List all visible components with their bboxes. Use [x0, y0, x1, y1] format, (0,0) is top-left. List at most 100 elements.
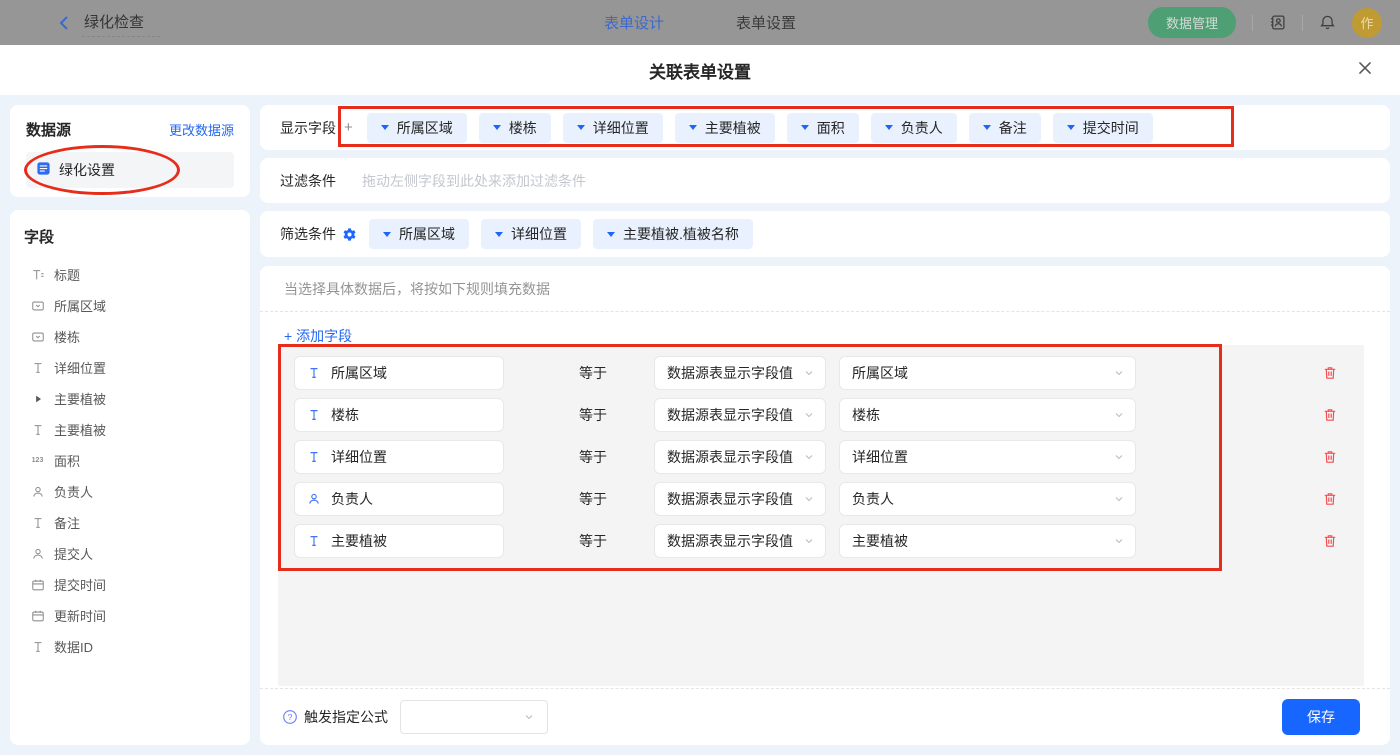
- tab-form-settings[interactable]: 表单设置: [736, 12, 796, 33]
- field-item[interactable]: 数据ID: [24, 631, 236, 662]
- number-icon: 123: [30, 457, 45, 464]
- datasource-item[interactable]: 绿化设置: [26, 152, 234, 188]
- equals-label: 等于: [579, 447, 619, 467]
- close-icon[interactable]: [1356, 59, 1374, 77]
- equals-label: 等于: [579, 363, 619, 383]
- modal-title: 关联表单设置: [649, 58, 751, 83]
- source-field-select[interactable]: 详细位置: [839, 440, 1136, 474]
- rule-field[interactable]: 所属区域: [294, 356, 504, 390]
- display-field-tag[interactable]: 详细位置: [563, 113, 663, 143]
- source-field-select[interactable]: 楼栋: [839, 398, 1136, 432]
- divider: [260, 311, 1390, 312]
- display-field-tag[interactable]: 提交时间: [1053, 113, 1153, 143]
- field-item[interactable]: 楼栋: [24, 321, 236, 352]
- caret-down-icon: [885, 125, 893, 130]
- data-manage-button[interactable]: 数据管理: [1148, 7, 1236, 38]
- rule-row: 楼栋 等于 数据源表显示字段值 楼栋: [294, 398, 1364, 432]
- source-field-select[interactable]: 负责人: [839, 482, 1136, 516]
- delete-icon[interactable]: [1322, 449, 1338, 465]
- person-icon: [30, 547, 45, 561]
- gear-icon[interactable]: [342, 227, 357, 242]
- caret-down-icon: [577, 125, 585, 130]
- field-item[interactable]: 更新时间: [24, 600, 236, 631]
- field-item[interactable]: 主要植被: [24, 383, 236, 414]
- delete-icon[interactable]: [1322, 491, 1338, 507]
- chevron-down-icon: [523, 711, 535, 723]
- screening-tag[interactable]: 主要植被.植被名称: [593, 219, 753, 249]
- field-item[interactable]: 负责人: [24, 476, 236, 507]
- caret-down-icon: [1067, 125, 1075, 130]
- delete-icon[interactable]: [1322, 365, 1338, 381]
- chevron-down-icon: [1113, 493, 1125, 505]
- save-button[interactable]: 保存: [1282, 699, 1360, 735]
- display-field-tag[interactable]: 所属区域: [367, 113, 467, 143]
- add-display-field-button[interactable]: +: [344, 119, 353, 136]
- screening-tag[interactable]: 所属区域: [369, 219, 469, 249]
- field-item[interactable]: 标题: [24, 259, 236, 290]
- divider: [1302, 15, 1303, 31]
- field-item[interactable]: 主要植被: [24, 414, 236, 445]
- display-field-tag[interactable]: 备注: [969, 113, 1041, 143]
- change-datasource-link[interactable]: 更改数据源: [169, 120, 234, 139]
- source-field-select[interactable]: 主要植被: [839, 524, 1136, 558]
- text-icon: [307, 534, 321, 548]
- chevron-down-icon: [803, 409, 815, 421]
- rule-field[interactable]: 主要植被: [294, 524, 504, 558]
- rule-field[interactable]: 楼栋: [294, 398, 504, 432]
- related-form-settings-modal: 关联表单设置 数据源 更改数据源 绿化设置: [0, 45, 1400, 755]
- source-field-select[interactable]: 所属区域: [839, 356, 1136, 390]
- screening-tag[interactable]: 详细位置: [481, 219, 581, 249]
- field-item[interactable]: 所属区域: [24, 290, 236, 321]
- avatar[interactable]: 作: [1352, 8, 1382, 38]
- contact-book-icon[interactable]: [1269, 14, 1286, 31]
- display-fields-label: 显示字段: [280, 118, 336, 138]
- delete-icon[interactable]: [1322, 407, 1338, 423]
- caret-down-icon: [383, 232, 391, 237]
- calendar-icon: [30, 578, 45, 592]
- field-item[interactable]: 备注: [24, 507, 236, 538]
- text-icon: [307, 366, 321, 380]
- delete-icon[interactable]: [1322, 533, 1338, 549]
- tab-form-design[interactable]: 表单设计: [604, 12, 664, 33]
- display-field-tag[interactable]: 面积: [787, 113, 859, 143]
- topbar: 绿化检查 表单设计 表单设置 数据管理 作: [0, 0, 1400, 45]
- person-icon: [307, 492, 321, 506]
- fields-title: 字段: [24, 226, 236, 247]
- field-item[interactable]: 提交人: [24, 538, 236, 569]
- field-item[interactable]: 123 面积: [24, 445, 236, 476]
- chevron-down-icon: [803, 367, 815, 379]
- text-icon: [30, 423, 45, 437]
- display-field-tag[interactable]: 主要植被: [675, 113, 775, 143]
- modal-body: 数据源 更改数据源 绿化设置 字段 标题: [0, 95, 1400, 755]
- chevron-down-icon: [1113, 451, 1125, 463]
- divider: [1252, 15, 1253, 31]
- display-field-tag[interactable]: 楼栋: [479, 113, 551, 143]
- document-icon: [36, 161, 51, 179]
- source-type-select[interactable]: 数据源表显示字段值: [654, 356, 826, 390]
- caret-down-icon: [801, 125, 809, 130]
- field-item[interactable]: 详细位置: [24, 352, 236, 383]
- screening-tags: 所属区域 详细位置 主要植被.植被名称: [369, 219, 753, 249]
- chevron-down-icon: [803, 493, 815, 505]
- display-fields-card: 显示字段 + 所属区域 楼栋 详细位置 主要植被 面积 负责人 备注 提交时间: [260, 105, 1390, 150]
- filter-dropzone[interactable]: 拖动左侧字段到此处来添加过滤条件: [362, 171, 586, 191]
- rule-field[interactable]: 负责人: [294, 482, 504, 516]
- rule-row: 负责人 等于 数据源表显示字段值 负责人: [294, 482, 1364, 516]
- source-type-select[interactable]: 数据源表显示字段值: [654, 482, 826, 516]
- select-icon: [30, 330, 45, 344]
- formula-select[interactable]: [400, 700, 548, 734]
- rule-row: 所属区域 等于 数据源表显示字段值 所属区域: [294, 356, 1364, 390]
- rule-field[interactable]: 详细位置: [294, 440, 504, 474]
- text-icon: [307, 450, 321, 464]
- bell-icon[interactable]: [1319, 14, 1336, 31]
- add-field-link[interactable]: + 添加字段: [284, 326, 352, 346]
- source-type-select[interactable]: 数据源表显示字段值: [654, 398, 826, 432]
- display-field-tag[interactable]: 负责人: [871, 113, 957, 143]
- display-field-tags: 所属区域 楼栋 详细位置 主要植被 面积 负责人 备注 提交时间: [367, 113, 1153, 143]
- source-type-select[interactable]: 数据源表显示字段值: [654, 440, 826, 474]
- text-icon: [30, 361, 45, 375]
- field-item[interactable]: 提交时间: [24, 569, 236, 600]
- question-icon[interactable]: ?: [282, 709, 298, 725]
- source-type-select[interactable]: 数据源表显示字段值: [654, 524, 826, 558]
- modal-header: 关联表单设置: [0, 45, 1400, 95]
